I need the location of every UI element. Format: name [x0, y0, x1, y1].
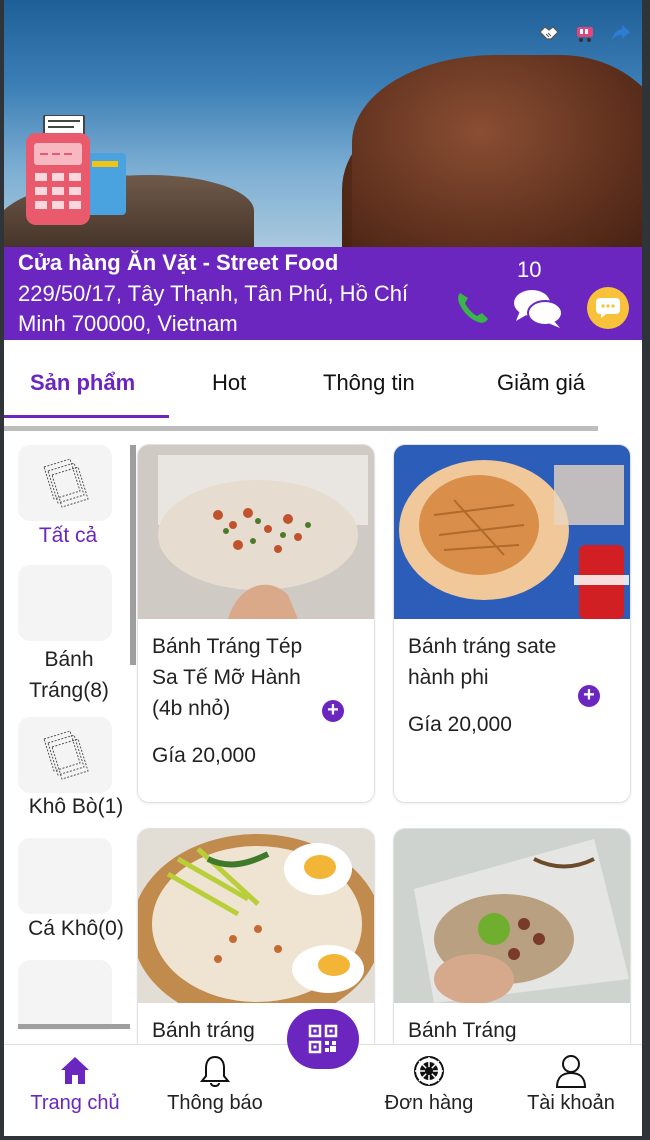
nav-notifications[interactable]: Thông báo	[150, 1045, 280, 1136]
store-address: 229/50/17, Tây Thạnh, Tân Phú, Hồ Chí Mi…	[18, 281, 409, 336]
nav-label: Thông báo	[167, 1092, 263, 1114]
add-to-cart-icon[interactable]: +	[322, 700, 344, 722]
chat-icon[interactable]	[512, 287, 564, 329]
category-thumb	[18, 445, 112, 521]
category-thumb	[18, 838, 112, 914]
chat-count: 10	[517, 257, 542, 282]
category-label: Tất cả	[38, 524, 98, 547]
message-bubble-button[interactable]	[587, 287, 629, 329]
category-label: Khô Bò(1)	[28, 795, 124, 818]
category-label: Cá Khô(0)	[28, 917, 124, 940]
category-hscrollbar[interactable]	[18, 1024, 130, 1029]
nav-home[interactable]: Trang chủ	[10, 1045, 140, 1136]
order-icon	[414, 1056, 444, 1086]
product-image	[394, 445, 630, 619]
category-thumb	[18, 717, 112, 793]
product-name: Bánh Tráng	[408, 1019, 517, 1042]
category-label: Bánh Tráng(8)	[29, 648, 109, 702]
category-scrollbar[interactable]	[130, 445, 136, 665]
tab-discount[interactable]: Giảm giá	[497, 370, 585, 396]
product-name: Bánh tráng sate hành phi	[408, 635, 557, 689]
qr-scan-button[interactable]	[287, 1009, 359, 1069]
store-name: Cửa hàng Ăn Vặt - Street Food	[18, 250, 339, 275]
message-icon	[596, 298, 620, 318]
tab-scrollbar[interactable]	[4, 426, 598, 431]
tab-info[interactable]: Thông tin	[323, 370, 415, 396]
tab-hot[interactable]: Hot	[212, 370, 246, 396]
nav-label: Đơn hàng	[384, 1092, 474, 1114]
add-to-cart-icon[interactable]: +	[578, 685, 600, 707]
home-icon	[61, 1057, 89, 1084]
category-sidebar: Tất cả Bánh Tráng(8) Khô Bò(1) Cá Khô(0)	[4, 440, 132, 1030]
qr-code-icon	[308, 1024, 338, 1054]
product-card[interactable]: Bánh tráng sate hành phi + Gía 20,000	[393, 444, 631, 803]
nav-orders[interactable]: Đơn hàng	[364, 1045, 494, 1136]
product-price: Gía 20,000	[152, 744, 256, 767]
tab-products[interactable]: Sản phẩm	[30, 370, 135, 396]
user-icon	[555, 1055, 587, 1088]
category-thumb	[18, 565, 112, 641]
bell-icon	[199, 1055, 231, 1087]
store-banner	[4, 0, 642, 247]
store-info-bar: Cửa hàng Ăn Vặt - Street Food 229/50/17,…	[4, 247, 642, 340]
product-price: Gía 20,000	[408, 713, 512, 736]
product-name: Bánh Tráng Tép Sa Tế Mỡ Hành (4b nhỏ)	[152, 635, 303, 720]
nav-label: Tài khoản	[527, 1092, 615, 1114]
product-name: Bánh tráng	[152, 1019, 255, 1042]
product-card[interactable]: Bánh Tráng Tép Sa Tế Mỡ Hành (4b nhỏ) + …	[137, 444, 375, 803]
category-thumb	[18, 960, 112, 1030]
tab-bar: Sản phẩm Hot Thông tin Giảm giá	[4, 340, 642, 418]
product-image	[138, 829, 374, 1003]
top-actions	[538, 22, 632, 44]
app-screen: Cửa hàng Ăn Vặt - Street Food 229/50/17,…	[4, 0, 642, 1136]
product-image	[394, 829, 630, 1003]
papers-icon	[43, 458, 89, 508]
nav-label: Trang chủ	[30, 1092, 120, 1114]
product-image	[138, 445, 374, 619]
nav-account[interactable]: Tài khoản	[506, 1045, 636, 1136]
phone-icon[interactable]	[452, 287, 492, 327]
cart-icon[interactable]	[574, 22, 596, 44]
tab-active-indicator	[4, 415, 169, 418]
share-icon[interactable]	[610, 22, 632, 44]
pos-terminal-icon	[26, 115, 126, 225]
handshake-icon[interactable]	[538, 22, 560, 44]
papers-icon	[43, 730, 89, 780]
